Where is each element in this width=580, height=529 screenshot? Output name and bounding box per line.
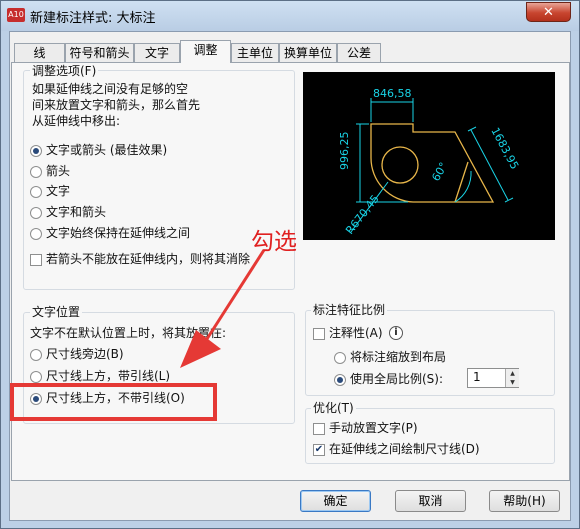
preview-dim-horizontal: 846,58 [373,87,412,100]
app-icon: A10 [7,8,25,22]
tab-symbols-arrows[interactable]: 符号和箭头 [65,43,134,62]
fit-description-line: 如果延伸线之间没有足够的空 [32,82,189,96]
stepper-down-icon[interactable]: ▼ [505,378,519,387]
overall-scale-stepper[interactable]: 1 ▲ ▼ [467,368,519,388]
radio-label: 文字或箭头 (最佳效果) [46,143,168,157]
draw-dim-line-between-checkbox[interactable]: ✔ [313,444,325,456]
title-bar: A10 新建标注样式: 大标注 ✕ [1,1,579,31]
preview-dim-aligned: 1683,95 [488,125,521,171]
radio-arrows[interactable] [30,166,42,178]
suppress-arrows-checkbox[interactable] [30,254,42,266]
radio-scale-to-layout[interactable] [334,352,346,364]
fit-options-label: 调整选项(F) [30,64,99,78]
checkbox-label: 注释性(A) [329,326,383,340]
radio-label: 箭头 [46,164,71,178]
highlight-box [10,383,217,421]
radio-label: 文字和箭头 [46,205,107,219]
checkbox-label: 在延伸线之间绘制尺寸线(D) [329,442,480,456]
scale-features-label: 标注特征比例 [311,303,388,317]
radio-text-and-arrows[interactable] [30,207,42,219]
annotation-text: 勾选 [251,229,297,255]
preview-dim-vertical: 996,25 [338,132,351,171]
stepper-up-icon[interactable]: ▲ [505,369,519,378]
tab-text[interactable]: 文字 [134,43,180,62]
radio-label: 尺寸线上方，带引线(L) [46,369,171,383]
radio-keep-text-between[interactable] [30,228,42,240]
ok-button[interactable]: 确定 [300,490,371,512]
window-title: 新建标注样式: 大标注 [30,11,156,26]
radio-use-overall-scale[interactable] [334,374,346,386]
overall-scale-value: 1 [473,370,481,384]
checkbox-label: 手动放置文字(P) [329,421,418,435]
tab-tolerances[interactable]: 公差 [337,43,381,62]
cancel-button[interactable]: 取消 [395,490,466,512]
preview-dim-radius: R670,45 [343,192,382,236]
radio-beside-dim-line[interactable] [30,349,42,361]
radio-label: 尺寸线旁边(B) [46,347,124,361]
annotative-checkbox[interactable] [313,328,325,340]
dimension-preview: 846,58 996,25 1683,95 60° R670,45 [303,72,555,240]
help-button[interactable]: 帮助(H) [489,490,560,512]
text-placement-label: 文字位置 [30,305,83,319]
info-icon[interactable]: i [389,326,403,340]
tab-alternate-units[interactable]: 换算单位 [279,43,337,62]
fit-description-line: 从延伸线中移出: [32,114,121,128]
radio-label: 文字 [46,184,71,198]
radio-text-or-arrows[interactable] [30,145,42,157]
tab-primary-units[interactable]: 主单位 [231,43,279,62]
radio-label: 将标注缩放到布局 [350,350,447,364]
preview-drawing: 846,58 996,25 1683,95 60° R670,45 [338,87,521,237]
close-button[interactable]: ✕ [526,2,571,22]
radio-text[interactable] [30,186,42,198]
radio-label: 文字始终保持在延伸线之间 [46,226,191,240]
checkbox-label: 若箭头不能放在延伸线内，则将其消除 [46,252,251,266]
text-placement-description: 文字不在默认位置上时，将其放置在: [30,326,227,340]
tab-lines[interactable]: 线 [14,43,65,62]
tab-fit[interactable]: 调整 [180,40,231,63]
fit-description-line: 间来放置文字和箭头，那么首先 [32,98,201,112]
place-text-manually-checkbox[interactable] [313,423,325,435]
fine-tuning-label: 优化(T) [311,401,356,415]
preview-dim-angle: 60° [429,160,450,183]
radio-label: 使用全局比例(S): [350,372,444,386]
radio-over-with-leader[interactable] [30,371,42,383]
